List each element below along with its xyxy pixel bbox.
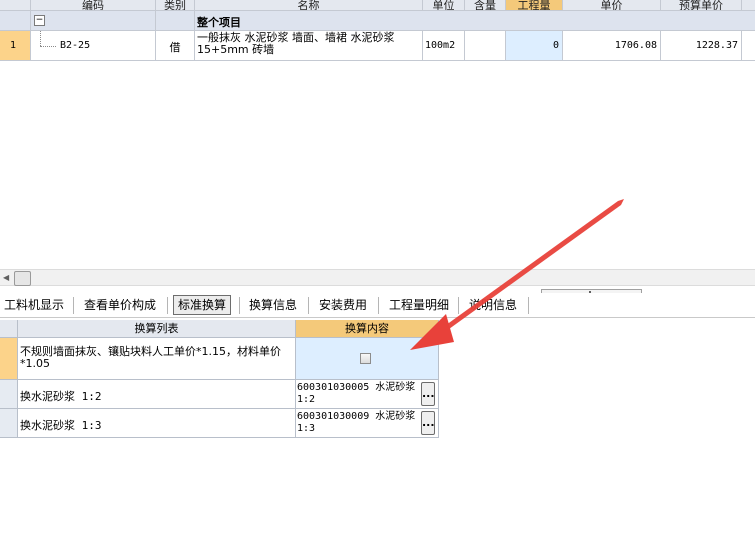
group-row-cell	[156, 11, 195, 31]
item-unit: 100m2	[425, 40, 456, 51]
group-row-label: 整个项目	[197, 16, 241, 29]
tab-separator	[458, 297, 459, 314]
group-row-indicator	[0, 11, 31, 31]
conversion-content-cell[interactable]	[296, 338, 439, 380]
tab-installation-fees[interactable]: 安装费用	[315, 295, 371, 315]
column-header-conversion-list[interactable]: 换算列表	[18, 320, 296, 338]
conversion-material-selection: 600301030009 水泥砂浆 1:3	[297, 411, 416, 434]
conversion-item-label: 换水泥砂浆 1:2	[20, 390, 102, 403]
conversion-item-cell[interactable]: 换水泥砂浆 1:2	[18, 380, 296, 409]
tab-quantity-details[interactable]: 工程量明细	[385, 295, 453, 315]
browse-ellipsis-button[interactable]: ...	[421, 411, 435, 435]
conversion-item-cell[interactable]: 换水泥砂浆 1:3	[18, 409, 296, 438]
conversion-item-label: 换水泥砂浆 1:3	[20, 419, 102, 432]
tree-line	[40, 31, 42, 46]
group-row-code-cell: −	[31, 11, 156, 31]
column-header-unit-price[interactable]: 单价	[563, 0, 661, 11]
collapse-toggle-icon[interactable]: −	[34, 15, 45, 26]
item-category: 借	[169, 41, 181, 54]
column-header-content[interactable]: 含量	[465, 0, 506, 11]
conversion-grid-corner	[0, 320, 18, 338]
row-number: 1	[10, 40, 17, 51]
annotation-arrow-icon	[410, 199, 624, 350]
conversion-content-cell[interactable]: 600301030009 水泥砂浆 1:3 ...	[296, 409, 439, 438]
tab-separator	[239, 297, 240, 314]
tab-conversion-info[interactable]: 换算信息	[245, 295, 301, 315]
column-header-category[interactable]: 类别	[156, 0, 195, 11]
column-header-unit[interactable]: 单位	[423, 0, 465, 11]
item-name: 一般抹灰 水泥砂浆 墙面、墙裙 水泥砂浆 15+5mm 砖墙	[197, 31, 395, 56]
name-cell[interactable]: 一般抹灰 水泥砂浆 墙面、墙裙 水泥砂浆 15+5mm 砖墙	[195, 31, 423, 61]
column-header-code[interactable]: 编码	[31, 0, 156, 11]
tab-separator	[308, 297, 309, 314]
column-header-budget-price[interactable]: 预算单价	[661, 0, 742, 11]
item-code: B2-25	[60, 40, 91, 51]
row-number-cell[interactable]: 1	[0, 31, 31, 61]
tab-unit-price-composition[interactable]: 查看单价构成	[80, 295, 160, 315]
detail-tab-bar: 工料机显示 查看单价构成 标准换算 换算信息 安装费用 工程量明细 说明信息	[0, 293, 755, 318]
row-header-corner	[0, 0, 31, 11]
column-header-overflow	[742, 0, 755, 11]
tree-branch	[40, 46, 56, 48]
tab-separator	[528, 297, 529, 314]
group-row-label-cell: 整个项目	[195, 11, 755, 31]
conversion-material-selection: 600301030005 水泥砂浆 1:2	[297, 382, 416, 405]
unit-price-cell[interactable]: 1706.08	[563, 31, 661, 61]
category-cell[interactable]: 借	[156, 31, 195, 61]
conversion-row-indicator[interactable]	[0, 409, 18, 438]
item-unit-price: 1706.08	[614, 40, 657, 51]
column-header-conversion-content[interactable]: 换算内容	[296, 320, 439, 338]
conversion-checkbox[interactable]	[360, 353, 371, 364]
tab-separator	[378, 297, 379, 314]
quantity-cell[interactable]: 0	[506, 31, 563, 61]
conversion-row-indicator[interactable]	[0, 338, 18, 380]
budget-items-grid: 编码 类别 名称 单位 含量 工程量 单价 预算单价 − 整个项目 1 B2-2…	[0, 0, 755, 62]
unit-cell[interactable]: 100m2	[423, 31, 465, 61]
conversion-item-label: 不规则墙面抹灰、镶贴块料人工单价*1.15，材料单价*1.05	[20, 345, 281, 370]
browse-ellipsis-button[interactable]: ...	[421, 382, 435, 406]
item-quantity: 0	[552, 40, 559, 51]
conversion-row-indicator[interactable]	[0, 380, 18, 409]
tab-separator	[167, 297, 168, 314]
column-header-name[interactable]: 名称	[195, 0, 423, 11]
tab-separator	[73, 297, 74, 314]
tab-description-info[interactable]: 说明信息	[465, 295, 521, 315]
tab-standard-conversion[interactable]: 标准换算	[173, 295, 232, 315]
overflow-cell	[742, 31, 755, 61]
horizontal-scrollbar[interactable]: ◀	[0, 269, 755, 286]
conversion-item-cell[interactable]: 不规则墙面抹灰、镶贴块料人工单价*1.15，材料单价*1.05	[18, 338, 296, 380]
scroll-left-arrow-icon[interactable]: ◀	[3, 273, 9, 282]
column-header-quantity[interactable]: 工程量	[506, 0, 563, 11]
scrollbar-thumb[interactable]	[14, 271, 31, 286]
tab-material-machine-display[interactable]: 工料机显示	[0, 295, 68, 315]
budget-price-cell[interactable]: 1228.37	[661, 31, 742, 61]
item-budget-price: 1228.37	[695, 40, 738, 51]
conversion-content-cell[interactable]: 600301030005 水泥砂浆 1:2 ...	[296, 380, 439, 409]
content-cell[interactable]	[465, 31, 506, 61]
code-cell[interactable]: B2-25	[31, 31, 156, 61]
